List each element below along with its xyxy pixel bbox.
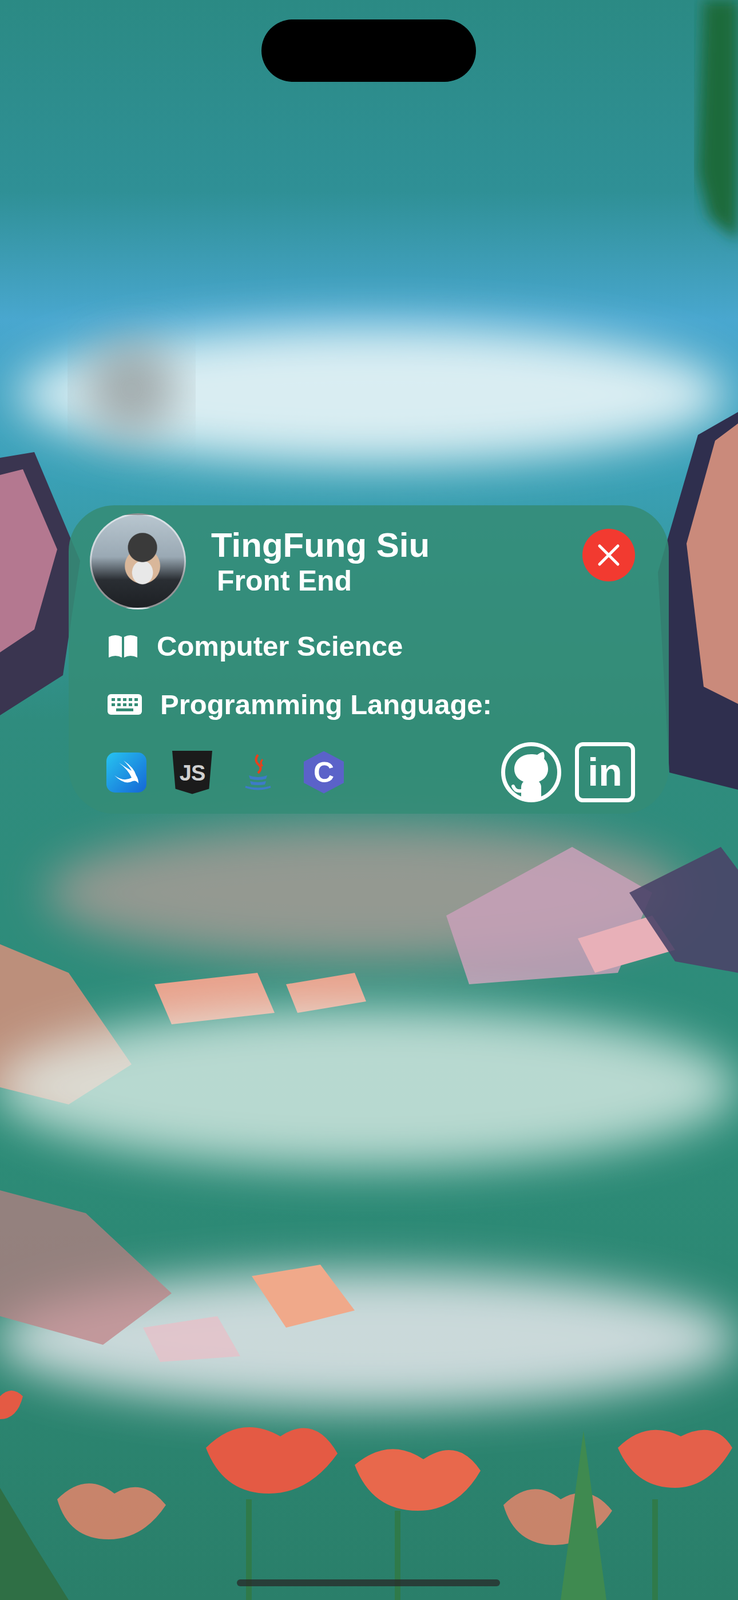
avatar-photo bbox=[89, 513, 186, 610]
js-shield-icon: JS bbox=[172, 750, 213, 795]
java-icon bbox=[240, 752, 276, 793]
profile-card: TingFung SiuFront End Computer Science Pro… bbox=[68, 505, 669, 814]
major-label: Computer Science bbox=[156, 629, 403, 662]
java-logo[interactable] bbox=[237, 752, 279, 793]
home-indicator[interactable] bbox=[236, 1578, 501, 1586]
close-icon bbox=[596, 542, 622, 568]
linkedin-logo-text: in bbox=[587, 752, 622, 792]
linkedin-link[interactable]: in bbox=[574, 742, 636, 803]
dynamic-island bbox=[261, 19, 476, 82]
close-button[interactable] bbox=[582, 528, 636, 582]
js-logo-text: JS bbox=[179, 760, 205, 786]
link-list: in bbox=[500, 741, 636, 803]
languages-row: Programming Language: bbox=[89, 685, 636, 723]
profile-role: Front End bbox=[216, 564, 583, 598]
swift-icon bbox=[106, 752, 147, 793]
c-logo[interactable]: C bbox=[303, 752, 344, 793]
profile-name: TingFung Siu bbox=[211, 525, 583, 565]
keyboard-icon bbox=[106, 691, 144, 717]
icon-row: JS Cin bbox=[89, 741, 636, 803]
title-block: TingFung SiuFront End bbox=[211, 525, 583, 598]
language-list: JS C bbox=[106, 752, 501, 793]
c-hex-icon: C bbox=[303, 751, 344, 794]
github-icon bbox=[500, 741, 562, 803]
book-icon bbox=[106, 633, 140, 659]
c-logo-text: C bbox=[313, 758, 335, 787]
card-header: TingFung SiuFront End bbox=[89, 513, 636, 610]
javascript-logo[interactable]: JS bbox=[172, 752, 213, 793]
github-link[interactable] bbox=[500, 741, 562, 803]
major-row: Computer Science bbox=[89, 627, 636, 665]
languages-label: Programming Language: bbox=[160, 688, 492, 721]
swift-logo[interactable] bbox=[106, 752, 147, 793]
